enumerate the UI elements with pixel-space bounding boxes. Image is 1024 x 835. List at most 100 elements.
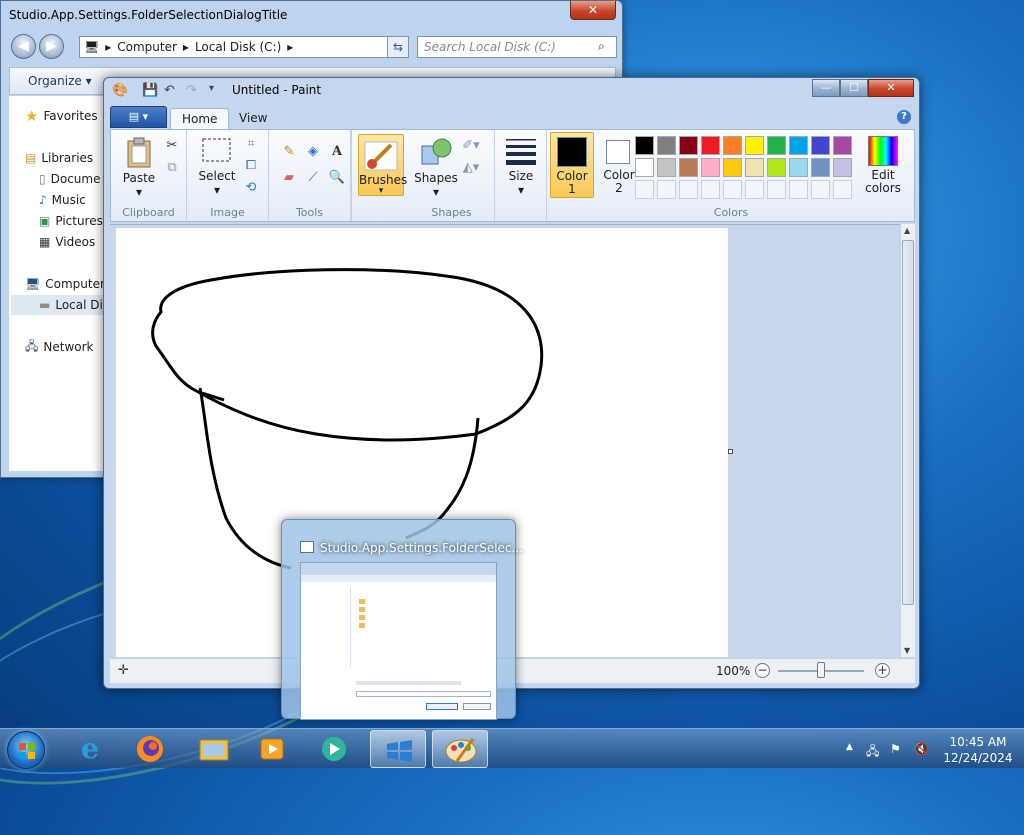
nav-item-libraries[interactable]: ▤ Libraries bbox=[25, 148, 93, 168]
fill-icon[interactable]: ◈ bbox=[303, 142, 323, 162]
brushes-button[interactable]: Brushes ▾ bbox=[358, 134, 407, 196]
canvas-resize-handle[interactable] bbox=[728, 449, 733, 454]
palette-swatch[interactable] bbox=[833, 158, 852, 177]
vertical-scrollbar[interactable]: ▲ ▼ bbox=[900, 224, 915, 657]
pencil-icon[interactable]: ✎ bbox=[279, 142, 299, 162]
size-button[interactable]: Size ▾ bbox=[501, 136, 541, 197]
palette-swatch[interactable] bbox=[701, 180, 720, 199]
palette-swatch[interactable] bbox=[811, 158, 830, 177]
system-clock[interactable]: 10:45 AM 12/24/2024 bbox=[938, 734, 1018, 766]
explorer-close-button[interactable]: ✕ bbox=[570, 1, 616, 20]
palette-swatch[interactable] bbox=[723, 136, 742, 155]
palette-swatch[interactable] bbox=[701, 158, 720, 177]
nav-item-pictures[interactable]: ▣ Pictures bbox=[39, 211, 103, 231]
nav-item-music[interactable]: ♪ Music bbox=[39, 190, 86, 210]
taskbar-thumbnail-preview[interactable]: Studio.App.Settings.FolderSelec... bbox=[281, 519, 523, 720]
minimize-button[interactable]: — bbox=[812, 79, 840, 97]
scroll-thumb[interactable] bbox=[902, 240, 914, 605]
start-button[interactable] bbox=[7, 731, 45, 769]
crop-icon[interactable]: ⌗ bbox=[241, 134, 261, 154]
nav-item-videos[interactable]: ▦ Videos bbox=[39, 232, 95, 252]
color1-button[interactable]: Color 1 bbox=[550, 132, 594, 198]
refresh-icon[interactable]: ⇆ bbox=[387, 36, 409, 58]
close-button[interactable]: ✕ bbox=[868, 79, 914, 97]
tab-view[interactable]: View bbox=[228, 108, 278, 130]
palette-swatch[interactable] bbox=[811, 136, 830, 155]
palette-swatch[interactable] bbox=[745, 180, 764, 199]
palette-swatch[interactable] bbox=[767, 136, 786, 155]
resize-icon[interactable]: ⧠ bbox=[241, 156, 261, 176]
palette-swatch[interactable] bbox=[833, 180, 852, 199]
palette-swatch[interactable] bbox=[657, 180, 676, 199]
breadcrumb-computer[interactable]: Computer bbox=[117, 40, 177, 54]
nav-item-favorites[interactable]: ★ Favorites bbox=[25, 106, 98, 126]
paint-titlebar[interactable]: 🎨 💾 ↶ ↷ ▾ Untitled - Paint — ☐ ✕ bbox=[104, 78, 919, 104]
palette-swatch[interactable] bbox=[789, 180, 808, 199]
select-button[interactable]: Select ▾ bbox=[195, 136, 239, 197]
paint-menu-button[interactable]: ▤ ▾ bbox=[110, 106, 167, 128]
palette-swatch[interactable] bbox=[657, 136, 676, 155]
taskbar-explorer-button[interactable] bbox=[186, 730, 242, 768]
palette-swatch[interactable] bbox=[723, 180, 742, 199]
redo-icon[interactable]: ↷ bbox=[186, 83, 197, 98]
eraser-icon[interactable]: ▰ bbox=[279, 168, 299, 188]
action-center-flag-icon[interactable]: ⚑ bbox=[890, 742, 901, 756]
cut-icon[interactable]: ✂ bbox=[162, 136, 182, 156]
outline-icon[interactable]: ✐▾ bbox=[461, 136, 481, 156]
palette-swatch[interactable] bbox=[635, 180, 654, 199]
back-button[interactable]: ◀ bbox=[11, 34, 36, 59]
taskbar-dialog-button[interactable] bbox=[370, 730, 426, 768]
palette-swatch[interactable] bbox=[635, 136, 654, 155]
taskbar-ie-button[interactable]: e bbox=[62, 730, 118, 768]
breadcrumb-local-disk[interactable]: Local Disk (C:) bbox=[195, 40, 281, 54]
taskbar-paint-button[interactable] bbox=[432, 730, 488, 768]
zoom-slider-thumb[interactable] bbox=[817, 662, 825, 678]
palette-swatch[interactable] bbox=[745, 136, 764, 155]
palette-swatch[interactable] bbox=[679, 158, 698, 177]
network-tray-icon[interactable]: 🖧 bbox=[866, 742, 879, 763]
nav-item-documents[interactable]: ▯ Docume bbox=[39, 169, 100, 189]
palette-swatch[interactable] bbox=[789, 158, 808, 177]
scroll-down-icon[interactable]: ▼ bbox=[904, 646, 910, 655]
fill-shape-icon[interactable]: ◭▾ bbox=[461, 158, 481, 178]
search-input[interactable]: Search Local Disk (C:) bbox=[417, 36, 617, 58]
nav-item-local-disk[interactable]: ▬ Local Di bbox=[11, 295, 111, 315]
taskbar-media-center-button[interactable] bbox=[306, 730, 362, 768]
magnifier-icon[interactable]: 🔍 bbox=[327, 168, 347, 188]
palette-swatch[interactable] bbox=[789, 136, 808, 155]
rotate-icon[interactable]: ⟲ bbox=[241, 178, 261, 198]
organize-button[interactable]: Organize ▾ bbox=[28, 74, 92, 88]
undo-icon[interactable]: ↶ bbox=[164, 83, 175, 98]
volume-muted-icon[interactable]: 🔇 bbox=[914, 742, 929, 756]
customize-qat-icon[interactable]: ▾ bbox=[209, 83, 214, 94]
forward-button[interactable]: ▶ bbox=[39, 34, 64, 59]
nav-item-computer[interactable]: 🖥 Computer bbox=[25, 274, 105, 294]
taskbar-media-player-button[interactable] bbox=[244, 730, 300, 768]
palette-swatch[interactable] bbox=[811, 180, 830, 199]
palette-swatch[interactable] bbox=[679, 136, 698, 155]
edit-colors-button[interactable]: Edit colors bbox=[857, 134, 909, 198]
maximize-button[interactable]: ☐ bbox=[840, 79, 868, 97]
text-icon[interactable]: A bbox=[327, 142, 347, 162]
show-hidden-icons-icon[interactable]: ▲ bbox=[846, 742, 853, 752]
shapes-button[interactable]: Shapes ▾ bbox=[413, 136, 459, 199]
copy-icon[interactable]: ⧉ bbox=[162, 158, 182, 178]
tab-home[interactable]: Home bbox=[170, 108, 230, 130]
zoom-out-button[interactable]: − bbox=[755, 663, 770, 678]
paste-button[interactable]: Paste ▾ bbox=[119, 136, 159, 199]
nav-item-network[interactable]: 🖧 Network bbox=[25, 337, 94, 357]
palette-swatch[interactable] bbox=[767, 180, 786, 199]
color-picker-icon[interactable]: ⟋ bbox=[303, 168, 323, 188]
palette-swatch[interactable] bbox=[701, 136, 720, 155]
address-bar[interactable]: 🖥 ▸ Computer ▸ Local Disk (C:) ▸ ▾ bbox=[79, 36, 409, 58]
palette-swatch[interactable] bbox=[723, 158, 742, 177]
help-icon[interactable]: ? bbox=[897, 110, 911, 124]
scroll-up-icon[interactable]: ▲ bbox=[904, 226, 910, 235]
palette-swatch[interactable] bbox=[679, 180, 698, 199]
palette-swatch[interactable] bbox=[657, 158, 676, 177]
zoom-in-button[interactable]: + bbox=[875, 663, 890, 678]
palette-swatch[interactable] bbox=[833, 136, 852, 155]
palette-swatch[interactable] bbox=[767, 158, 786, 177]
palette-swatch[interactable] bbox=[635, 158, 654, 177]
save-icon[interactable]: 💾 bbox=[142, 83, 158, 98]
